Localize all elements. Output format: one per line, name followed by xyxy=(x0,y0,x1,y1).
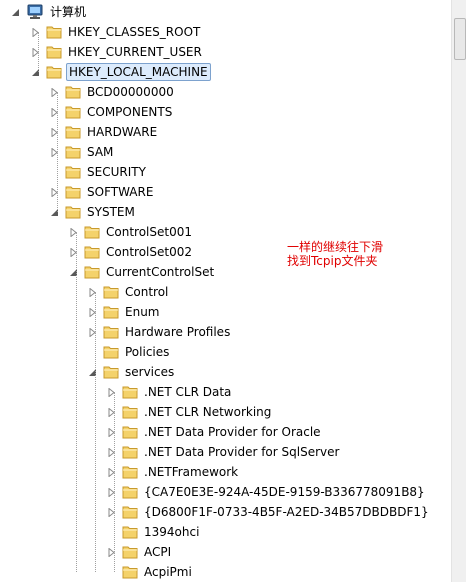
folder-icon xyxy=(65,185,81,199)
tree-node[interactable]: SECURITY xyxy=(50,162,148,182)
folder-icon xyxy=(65,205,81,219)
folder-icon xyxy=(103,285,119,299)
tree-node-label: ControlSet002 xyxy=(106,245,192,259)
folder-icon xyxy=(65,145,81,159)
tree-node-label: Enum xyxy=(125,305,160,319)
tree-node[interactable]: HKEY_CURRENT_USER xyxy=(31,42,204,62)
folder-icon xyxy=(122,385,138,399)
tree-node-label: .NET CLR Data xyxy=(144,385,232,399)
folder-icon xyxy=(122,525,138,539)
tree-node-label: Control xyxy=(125,285,169,299)
tree-node[interactable]: services xyxy=(88,362,176,382)
folder-icon xyxy=(122,565,138,579)
tree-node-label: ControlSet001 xyxy=(106,225,192,239)
folder-icon xyxy=(103,365,119,379)
tree-node-label: Policies xyxy=(125,345,170,359)
tree-node[interactable]: BCD00000000 xyxy=(50,82,176,102)
instruction-annotation: 一样的继续往下滑 找到Tcpip文件夹 xyxy=(287,240,383,268)
folder-icon xyxy=(46,25,62,39)
tree-node-label: SECURITY xyxy=(87,165,146,179)
computer-icon xyxy=(26,4,44,20)
folder-icon xyxy=(122,485,138,499)
tree-node[interactable]: COMPONENTS xyxy=(50,102,174,122)
tree-node[interactable]: SAM xyxy=(50,142,115,162)
tree-node[interactable]: ControlSet001 xyxy=(69,222,194,242)
tree-node[interactable]: .NET Data Provider for SqlServer xyxy=(107,442,341,462)
folder-icon xyxy=(65,165,81,179)
folder-icon xyxy=(65,105,81,119)
tree-node[interactable]: {CA7E0E3E-924A-45DE-9159-B336778091B8} xyxy=(107,482,427,502)
tree-node-label: HKEY_CLASSES_ROOT xyxy=(68,25,201,39)
folder-icon xyxy=(103,305,119,319)
folder-icon xyxy=(103,325,119,339)
annotation-line-1: 一样的继续往下滑 xyxy=(287,240,384,254)
tree-node[interactable]: 1394ohci xyxy=(107,522,201,542)
tree-node[interactable]: ControlSet002 xyxy=(69,242,194,262)
folder-icon xyxy=(84,265,100,279)
tree-node-label: .NET CLR Networking xyxy=(144,405,272,419)
tree-node-label: SOFTWARE xyxy=(87,185,154,199)
tree-node-label: 1394ohci xyxy=(144,525,200,539)
tree-node-computer[interactable]: 计算机 xyxy=(11,2,88,22)
tree-node-label: CurrentControlSet xyxy=(106,265,215,279)
tree-node-label: Hardware Profiles xyxy=(125,325,231,339)
tree-node-label: services xyxy=(125,365,175,379)
tree-node[interactable]: .NET Data Provider for Oracle xyxy=(107,422,323,442)
computer-label: 计算机 xyxy=(50,5,87,19)
vertical-scrollbar[interactable] xyxy=(451,0,466,582)
tree-node[interactable]: HKEY_LOCAL_MACHINE xyxy=(31,62,211,82)
tree-guide-line xyxy=(76,232,77,572)
tree-guide-line xyxy=(114,392,115,572)
tree-node[interactable]: .NETFramework xyxy=(107,462,240,482)
tree-node-label: ACPI xyxy=(144,545,172,559)
tree-node-label: .NET Data Provider for Oracle xyxy=(144,425,321,439)
folder-icon xyxy=(122,505,138,519)
tree-node[interactable]: .NET CLR Data xyxy=(107,382,233,402)
tree-guide-line xyxy=(57,92,58,212)
tree-node-label: SYSTEM xyxy=(87,205,135,219)
tree-node-label: {D6800F1F-0733-4B5F-A2ED-34B57DBDBDF1} xyxy=(144,505,429,519)
tree-node[interactable]: SOFTWARE xyxy=(50,182,155,202)
expanded-arrow-icon[interactable] xyxy=(11,8,20,17)
tree-node[interactable]: SYSTEM xyxy=(50,202,137,222)
tree-node[interactable]: Control xyxy=(88,282,170,302)
folder-icon xyxy=(46,65,62,79)
folder-icon xyxy=(84,225,100,239)
tree-node-label: BCD00000000 xyxy=(87,85,174,99)
tree-node[interactable]: AcpiPmi xyxy=(107,562,194,582)
tree-node-label: HARDWARE xyxy=(87,125,158,139)
folder-icon xyxy=(122,545,138,559)
tree-node[interactable]: CurrentControlSet xyxy=(69,262,216,282)
folder-icon xyxy=(122,425,138,439)
tree-node[interactable]: Hardware Profiles xyxy=(88,322,232,342)
registry-tree[interactable]: 计算机 HKEY_CLASSES_ROOT HKEY_CURRENT_USER … xyxy=(0,0,452,582)
scrollbar-thumb[interactable] xyxy=(454,18,466,60)
folder-icon xyxy=(84,245,100,259)
folder-icon xyxy=(46,45,62,59)
tree-node-label: .NET Data Provider for SqlServer xyxy=(144,445,340,459)
tree-node[interactable]: Enum xyxy=(88,302,161,322)
tree-node-label: COMPONENTS xyxy=(87,105,173,119)
folder-icon xyxy=(122,405,138,419)
folder-icon xyxy=(122,465,138,479)
tree-node[interactable]: {D6800F1F-0733-4B5F-A2ED-34B57DBDBDF1} xyxy=(107,502,431,522)
tree-node-label: HKEY_LOCAL_MACHINE xyxy=(66,63,211,81)
tree-node[interactable]: .NET CLR Networking xyxy=(107,402,273,422)
tree-node-label: {CA7E0E3E-924A-45DE-9159-B336778091B8} xyxy=(144,485,425,499)
annotation-line-2: 找到Tcpip文件夹 xyxy=(287,254,378,268)
tree-node-label: SAM xyxy=(87,145,114,159)
tree-node[interactable]: HKEY_CLASSES_ROOT xyxy=(31,22,202,42)
tree-node-label: .NETFramework xyxy=(144,465,239,479)
tree-guide-line xyxy=(38,32,39,72)
tree-node-label: HKEY_CURRENT_USER xyxy=(68,45,202,59)
folder-icon xyxy=(65,125,81,139)
folder-icon xyxy=(103,345,119,359)
tree-node[interactable]: HARDWARE xyxy=(50,122,159,142)
tree-node-label: AcpiPmi xyxy=(144,565,192,579)
tree-node[interactable]: ACPI xyxy=(107,542,173,562)
tree-node[interactable]: Policies xyxy=(88,342,171,362)
folder-icon xyxy=(65,85,81,99)
tree-guide-line xyxy=(95,292,96,572)
folder-icon xyxy=(122,445,138,459)
